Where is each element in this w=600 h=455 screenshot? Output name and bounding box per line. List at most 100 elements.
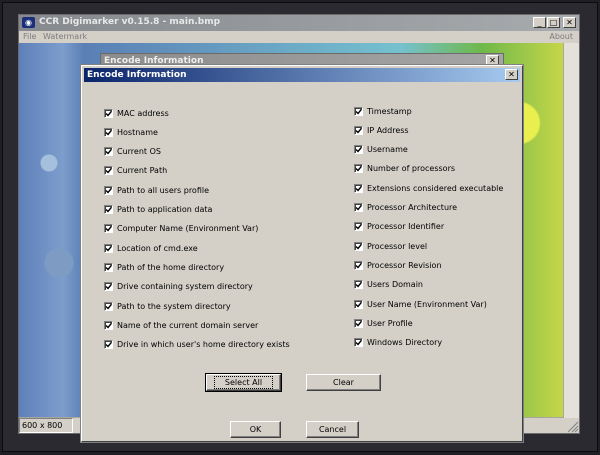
- checkbox[interactable]: [104, 147, 113, 157]
- checkmark-icon: [355, 243, 362, 250]
- checkmark-icon: [105, 322, 112, 329]
- checkbox[interactable]: [354, 338, 363, 348]
- checkbox[interactable]: [354, 241, 363, 251]
- checkbox[interactable]: [354, 164, 363, 174]
- checkbox-label: Path to application data: [117, 205, 213, 214]
- checkbox-label: Name of the current domain server: [117, 320, 259, 330]
- checkbox-item[interactable]: Processor Architecture: [354, 202, 457, 214]
- checkbox[interactable]: [354, 106, 363, 116]
- checkbox-item[interactable]: Extensions considered executable: [354, 182, 503, 194]
- dialog-close-button[interactable]: ✕: [505, 69, 518, 80]
- checkmark-icon: [355, 281, 362, 288]
- checkbox-item[interactable]: Path to the system directory: [104, 300, 231, 312]
- checkbox-label: Path of the home directory: [117, 262, 225, 272]
- checkbox-item[interactable]: Name of the current domain server: [104, 319, 258, 331]
- checkbox-item[interactable]: Processor Revision: [354, 259, 442, 271]
- checkbox-item[interactable]: Processor Identifier: [354, 221, 444, 233]
- checkbox[interactable]: [104, 340, 113, 350]
- checkbox[interactable]: [104, 262, 113, 272]
- checkmark-icon: [355, 127, 362, 134]
- main-window-title: CCR Digimarker v0.15.8 - main.bmp: [39, 17, 221, 27]
- checkmark-icon: [105, 264, 112, 271]
- main-titlebar[interactable]: ◉ CCR Digimarker v0.15.8 - main.bmp _ □ …: [19, 15, 579, 31]
- checkbox-item[interactable]: Drive in which user's home directory exi…: [104, 339, 290, 351]
- checkmark-icon: [105, 168, 112, 174]
- menu-about[interactable]: About: [549, 32, 573, 41]
- menu-watermark[interactable]: Watermark: [43, 32, 87, 41]
- checkbox-label: User Profile: [367, 318, 413, 328]
- checkbox-label: Location of cmd.exe: [117, 243, 198, 253]
- checkbox[interactable]: [354, 260, 363, 270]
- checkbox-label: Processor Revision: [367, 260, 442, 270]
- checkbox-item[interactable]: Drive containing system directory: [104, 281, 253, 293]
- checkbox[interactable]: [104, 320, 113, 330]
- checkbox-item[interactable]: IP Address: [354, 124, 409, 136]
- checkbox-label: Drive in which user's home directory exi…: [117, 340, 290, 350]
- checkmark-icon: [105, 341, 112, 348]
- encode-information-dialog: Encode Information ✕ MAC address Hostname…: [81, 65, 523, 442]
- checkbox-item[interactable]: Processor level: [354, 240, 427, 252]
- clear-button[interactable]: Clear: [306, 374, 381, 391]
- checkbox-label: Path to all users profile: [117, 185, 210, 195]
- resize-grip-icon[interactable]: [564, 418, 579, 433]
- checkmark-icon: [355, 339, 362, 346]
- checkbox[interactable]: [104, 301, 113, 311]
- checkbox[interactable]: [104, 282, 113, 292]
- checkbox-item[interactable]: Number of processors: [354, 163, 455, 175]
- checkbox-item[interactable]: User Name (Environment Var): [354, 298, 487, 310]
- checkbox[interactable]: [104, 243, 113, 253]
- checkbox[interactable]: [104, 127, 113, 137]
- checkbox-item[interactable]: Path to all users profile: [104, 184, 209, 196]
- checkbox[interactable]: [354, 203, 363, 212]
- checkbox[interactable]: [104, 185, 113, 195]
- checkbox-item[interactable]: Path of the home directory: [104, 261, 224, 273]
- checkbox[interactable]: [354, 222, 363, 232]
- checkbox-item[interactable]: Path to application data: [104, 204, 212, 216]
- maximize-button[interactable]: □: [547, 17, 560, 28]
- checkbox-item[interactable]: Windows Directory: [354, 337, 442, 349]
- checkmark-icon: [355, 301, 362, 308]
- checkbox[interactable]: [104, 108, 113, 118]
- checkbox-item[interactable]: MAC address: [104, 107, 169, 119]
- minimize-button[interactable]: _: [533, 17, 546, 28]
- checkbox-item[interactable]: Timestamp: [354, 105, 412, 117]
- select-all-button[interactable]: Select All: [205, 373, 282, 392]
- checkbox-item[interactable]: Users Domain: [354, 279, 423, 291]
- checkmark-icon: [355, 320, 362, 327]
- checkbox-item[interactable]: Computer Name (Environment Var): [104, 223, 258, 235]
- checkbox[interactable]: [104, 205, 113, 214]
- checkbox-item[interactable]: User Profile: [354, 317, 413, 329]
- checkbox-label: Hostname: [117, 127, 158, 137]
- vertical-scrollbar[interactable]: [563, 43, 579, 418]
- checkbox-item[interactable]: Hostname: [104, 126, 158, 138]
- checkbox-label: IP Address: [367, 125, 409, 135]
- checkbox[interactable]: [354, 299, 363, 309]
- checkbox[interactable]: [354, 183, 363, 193]
- ok-button[interactable]: OK: [230, 421, 281, 438]
- checkbox[interactable]: [354, 145, 363, 155]
- app-eye-icon: ◉: [22, 17, 35, 28]
- checkmark-icon: [105, 148, 112, 155]
- checkbox[interactable]: [104, 166, 113, 176]
- checkbox[interactable]: [354, 318, 363, 328]
- checkbox-item[interactable]: Username: [354, 144, 408, 156]
- checkmark-icon: [355, 166, 362, 172]
- cancel-button[interactable]: Cancel: [306, 421, 359, 438]
- checkbox[interactable]: [104, 224, 113, 234]
- checkbox-label: Windows Directory: [367, 338, 443, 348]
- checkbox-item[interactable]: Location of cmd.exe: [104, 242, 198, 254]
- checkbox-label: Timestamp: [367, 106, 412, 116]
- checkmark-icon: [105, 226, 112, 232]
- checkbox-label: Extensions considered executable: [367, 183, 504, 193]
- checkbox[interactable]: [354, 125, 363, 135]
- checkbox[interactable]: [354, 280, 363, 290]
- close-button[interactable]: ✕: [563, 17, 576, 28]
- checkbox-item[interactable]: Current Path: [104, 165, 167, 177]
- dialog-titlebar[interactable]: Encode Information: [84, 68, 520, 82]
- menu-file[interactable]: File: [23, 32, 36, 41]
- checkmark-icon: [105, 110, 112, 117]
- checkbox-label: Drive containing system directory: [117, 282, 253, 292]
- checkbox-label: MAC address: [117, 108, 169, 118]
- checkbox-label: Processor level: [367, 241, 428, 251]
- checkbox-item[interactable]: Current OS: [104, 146, 161, 158]
